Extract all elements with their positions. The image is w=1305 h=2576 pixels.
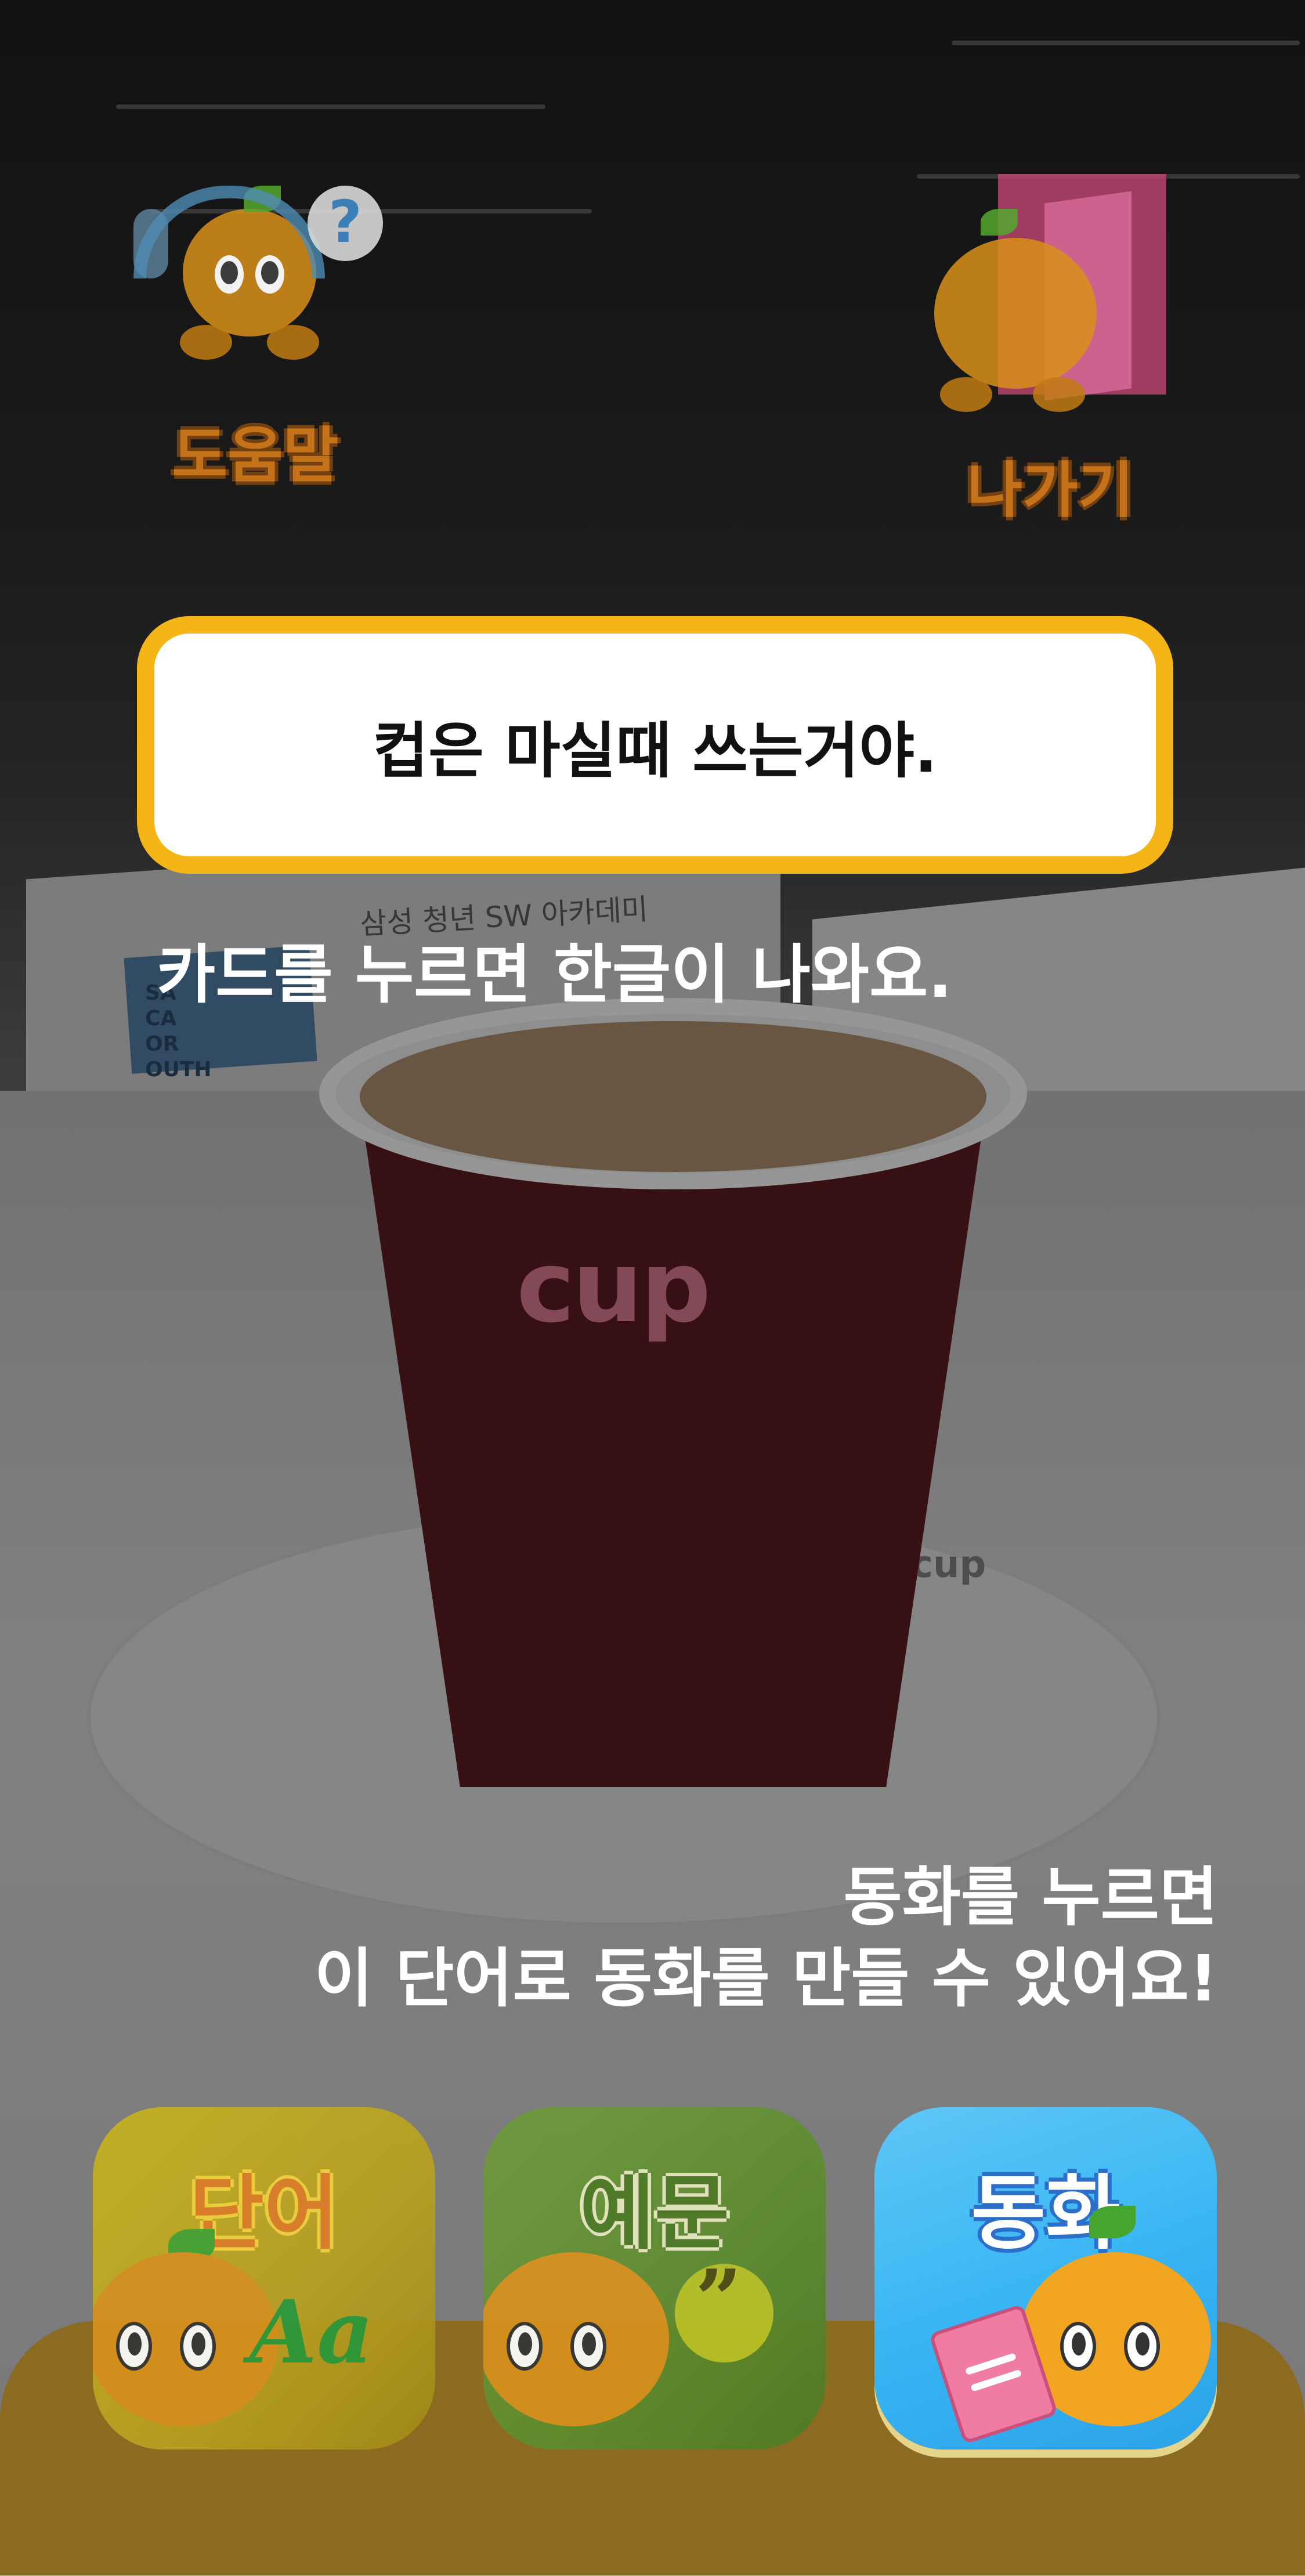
quote-icon: ”: [695, 2252, 742, 2347]
help-label: 도움말: [172, 420, 339, 491]
word-button-label: 단어: [189, 2166, 339, 2261]
exit-label: 나가기: [967, 455, 1134, 526]
example-button[interactable]: 예문 ”: [483, 2107, 826, 2450]
letters-icon: Aa: [250, 2281, 374, 2383]
word-button[interactable]: 단어 Aa: [93, 2107, 435, 2450]
card-hint-text: 카드를 누르면 한글이 나와요.: [157, 938, 953, 1012]
word-card-text: 컵은 마실때 쓰는거야.: [373, 715, 938, 786]
question-mark-icon: ?: [328, 188, 362, 256]
help-button[interactable]: ? 도움말: [133, 174, 383, 499]
story-button-label: 동화: [971, 2166, 1120, 2261]
word-card[interactable]: 컵은 마실때 쓰는거야.: [137, 616, 1173, 874]
example-button-label: 예문: [580, 2166, 729, 2261]
story-hint-line1: 동화를 누르면: [843, 1860, 1219, 1934]
exit-button[interactable]: 나가기: [928, 174, 1172, 526]
story-hint-text: 동화를 누르면 이 단어로 동화를 만들 수 있어요!: [314, 1857, 1218, 2019]
story-button[interactable]: 동화: [874, 2107, 1217, 2450]
story-hint-line2: 이 단어로 동화를 만들 수 있어요!: [314, 1941, 1218, 2016]
